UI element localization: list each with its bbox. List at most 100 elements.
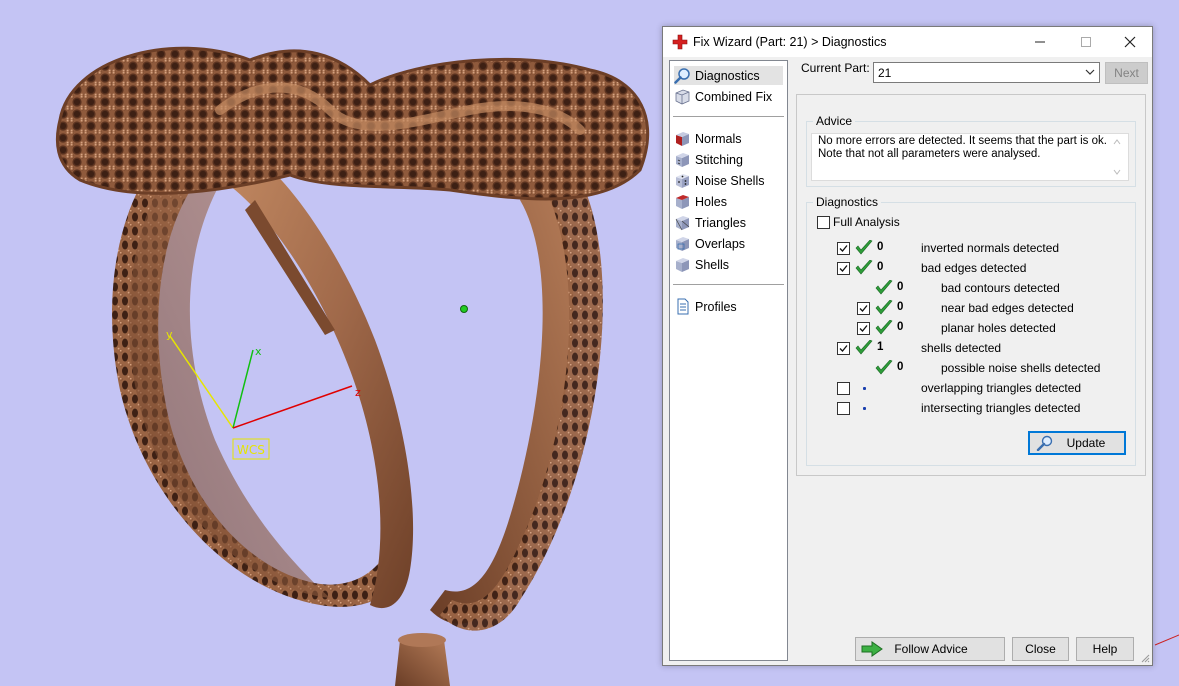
close-icon: [1124, 36, 1136, 48]
holes-cube-icon: [676, 195, 689, 209]
y-axis-label: y: [166, 328, 173, 341]
diagnostic-label: bad edges detected: [921, 261, 1027, 275]
nav-item-shells[interactable]: Shells: [674, 255, 783, 274]
nav-item-label: Holes: [695, 194, 727, 209]
close-button-label: Close: [1025, 642, 1056, 656]
nav-item-label: Diagnostics: [695, 68, 760, 83]
nav-item-combined-fix[interactable]: Combined Fix: [674, 87, 783, 106]
pending-dot-icon: [863, 407, 866, 410]
green-check-icon: [855, 260, 873, 275]
nav-item-normals[interactable]: Normals: [674, 129, 783, 148]
advice-scrollbar[interactable]: [1112, 137, 1122, 177]
resize-grip-icon[interactable]: [1140, 653, 1150, 663]
update-button[interactable]: Update: [1028, 431, 1126, 455]
diagnostic-row: 0 bad contours detected: [797, 278, 1137, 298]
full-analysis-label: Full Analysis: [833, 215, 900, 229]
diagnostic-row: 0 possible noise shells detected: [797, 358, 1137, 378]
pending-dot-icon: [863, 387, 866, 390]
wcs-label: WCS: [237, 443, 265, 457]
diagnostic-checkbox[interactable]: [857, 322, 870, 335]
document-icon: [677, 298, 689, 315]
stitching-cube-icon: [676, 153, 689, 167]
nav-item-overlaps[interactable]: Overlaps: [674, 234, 783, 253]
checkmark-icon: [859, 305, 868, 312]
advice-text: No more errors are detected. It seems th…: [818, 135, 1107, 160]
nav-item-label: Triangles: [695, 215, 746, 230]
diagnostic-row: 0 planar holes detected: [797, 318, 1137, 338]
fix-wizard-dialog: Fix Wizard (Part: 21) > Diagnostics Diag…: [662, 26, 1153, 666]
diagnostic-row: 0 near bad edges detected: [797, 298, 1137, 318]
checkmark-icon: [839, 245, 848, 252]
nav-item-label: Profiles: [695, 299, 737, 314]
nav-item-noise-shells[interactable]: Noise Shells: [674, 171, 783, 190]
green-check-icon: [875, 300, 893, 315]
nav-item-holes[interactable]: Holes: [674, 192, 783, 211]
diagnostic-count: 0: [897, 361, 904, 373]
nav-item-triangles[interactable]: Triangles: [674, 213, 783, 232]
wizard-nav: Diagnostics Combined Fix Normals Stitchi…: [669, 60, 788, 661]
current-part-value: 21: [878, 66, 892, 80]
current-part-select[interactable]: 21: [873, 62, 1100, 83]
nav-item-profiles[interactable]: Profiles: [674, 297, 783, 316]
diagnostics-panel: Advice No more errors are detected. It s…: [796, 94, 1146, 476]
diagnostic-row: 1 shells detected: [797, 338, 1137, 358]
diagnostic-count: 0: [897, 321, 904, 333]
chevron-down-icon: [1085, 69, 1095, 75]
follow-advice-label: Follow Advice: [894, 642, 968, 656]
nav-separator: [673, 116, 784, 117]
diagnostic-checkbox[interactable]: [837, 242, 850, 255]
diagnostic-label: inverted normals detected: [921, 241, 1060, 255]
dialog-title: Fix Wizard (Part: 21) > Diagnostics: [693, 35, 887, 49]
magnifier-icon: [1036, 435, 1053, 451]
minimize-button[interactable]: [1017, 27, 1063, 57]
current-part-label: Current Part:: [801, 61, 870, 75]
maximize-button[interactable]: [1063, 27, 1109, 57]
checkmark-icon: [859, 325, 868, 332]
diagnostic-count: 0: [877, 261, 884, 273]
green-check-icon: [855, 240, 873, 255]
diagnostic-label: intersecting triangles detected: [921, 401, 1081, 415]
green-check-icon: [855, 340, 873, 355]
triangles-cube-icon: [675, 216, 690, 231]
help-button[interactable]: Help: [1076, 637, 1134, 661]
diagnostic-count: 0: [897, 301, 904, 313]
diagnostic-count: 0: [877, 241, 884, 253]
diagnostic-label: planar holes detected: [941, 321, 1056, 335]
green-arrow-icon: [861, 641, 883, 657]
close-window-button[interactable]: [1107, 27, 1153, 57]
full-analysis-checkbox[interactable]: [817, 216, 830, 229]
title-bar[interactable]: Fix Wizard (Part: 21) > Diagnostics: [663, 27, 1152, 57]
nav-item-label: Stitching: [695, 152, 743, 167]
diagnostic-count: 0: [897, 281, 904, 293]
nav-item-label: Shells: [695, 257, 730, 272]
diagnostic-row: 0 inverted normals detected: [797, 238, 1137, 258]
checkmark-icon: [839, 345, 848, 352]
diagnostic-label: overlapping triangles detected: [921, 381, 1082, 395]
x-axis-label: x: [255, 345, 262, 358]
close-button[interactable]: Close: [1012, 637, 1069, 661]
advice-title: Advice: [813, 114, 856, 128]
normals-cube-icon: [676, 132, 689, 146]
diagnostic-checkbox[interactable]: [837, 342, 850, 355]
green-check-icon: [875, 280, 893, 295]
diagnostic-checkbox[interactable]: [837, 402, 850, 415]
next-button[interactable]: Next: [1105, 62, 1148, 84]
next-button-label: Next: [1114, 66, 1139, 80]
dice-icon: [676, 174, 689, 188]
overlaps-cube-icon: [676, 237, 689, 251]
nav-item-label: Combined Fix: [695, 89, 773, 104]
update-button-label: Update: [1066, 436, 1106, 450]
app-cross-icon: [672, 34, 688, 50]
maximize-icon: [1081, 37, 1091, 47]
nav-item-diagnostics[interactable]: Diagnostics: [674, 66, 783, 85]
diagnostic-checkbox[interactable]: [837, 382, 850, 395]
follow-advice-button[interactable]: Follow Advice: [855, 637, 1005, 661]
diagnostic-checkbox[interactable]: [857, 302, 870, 315]
help-button-label: Help: [1092, 642, 1118, 656]
diagnostics-title: Diagnostics: [813, 195, 882, 209]
diagnostic-label: possible noise shells detected: [941, 361, 1101, 375]
diagnostic-row: 0 bad edges detected: [797, 258, 1137, 278]
nav-item-stitching[interactable]: Stitching: [674, 150, 783, 169]
diagnostic-checkbox[interactable]: [837, 262, 850, 275]
diagnostic-count: 1: [877, 341, 884, 353]
